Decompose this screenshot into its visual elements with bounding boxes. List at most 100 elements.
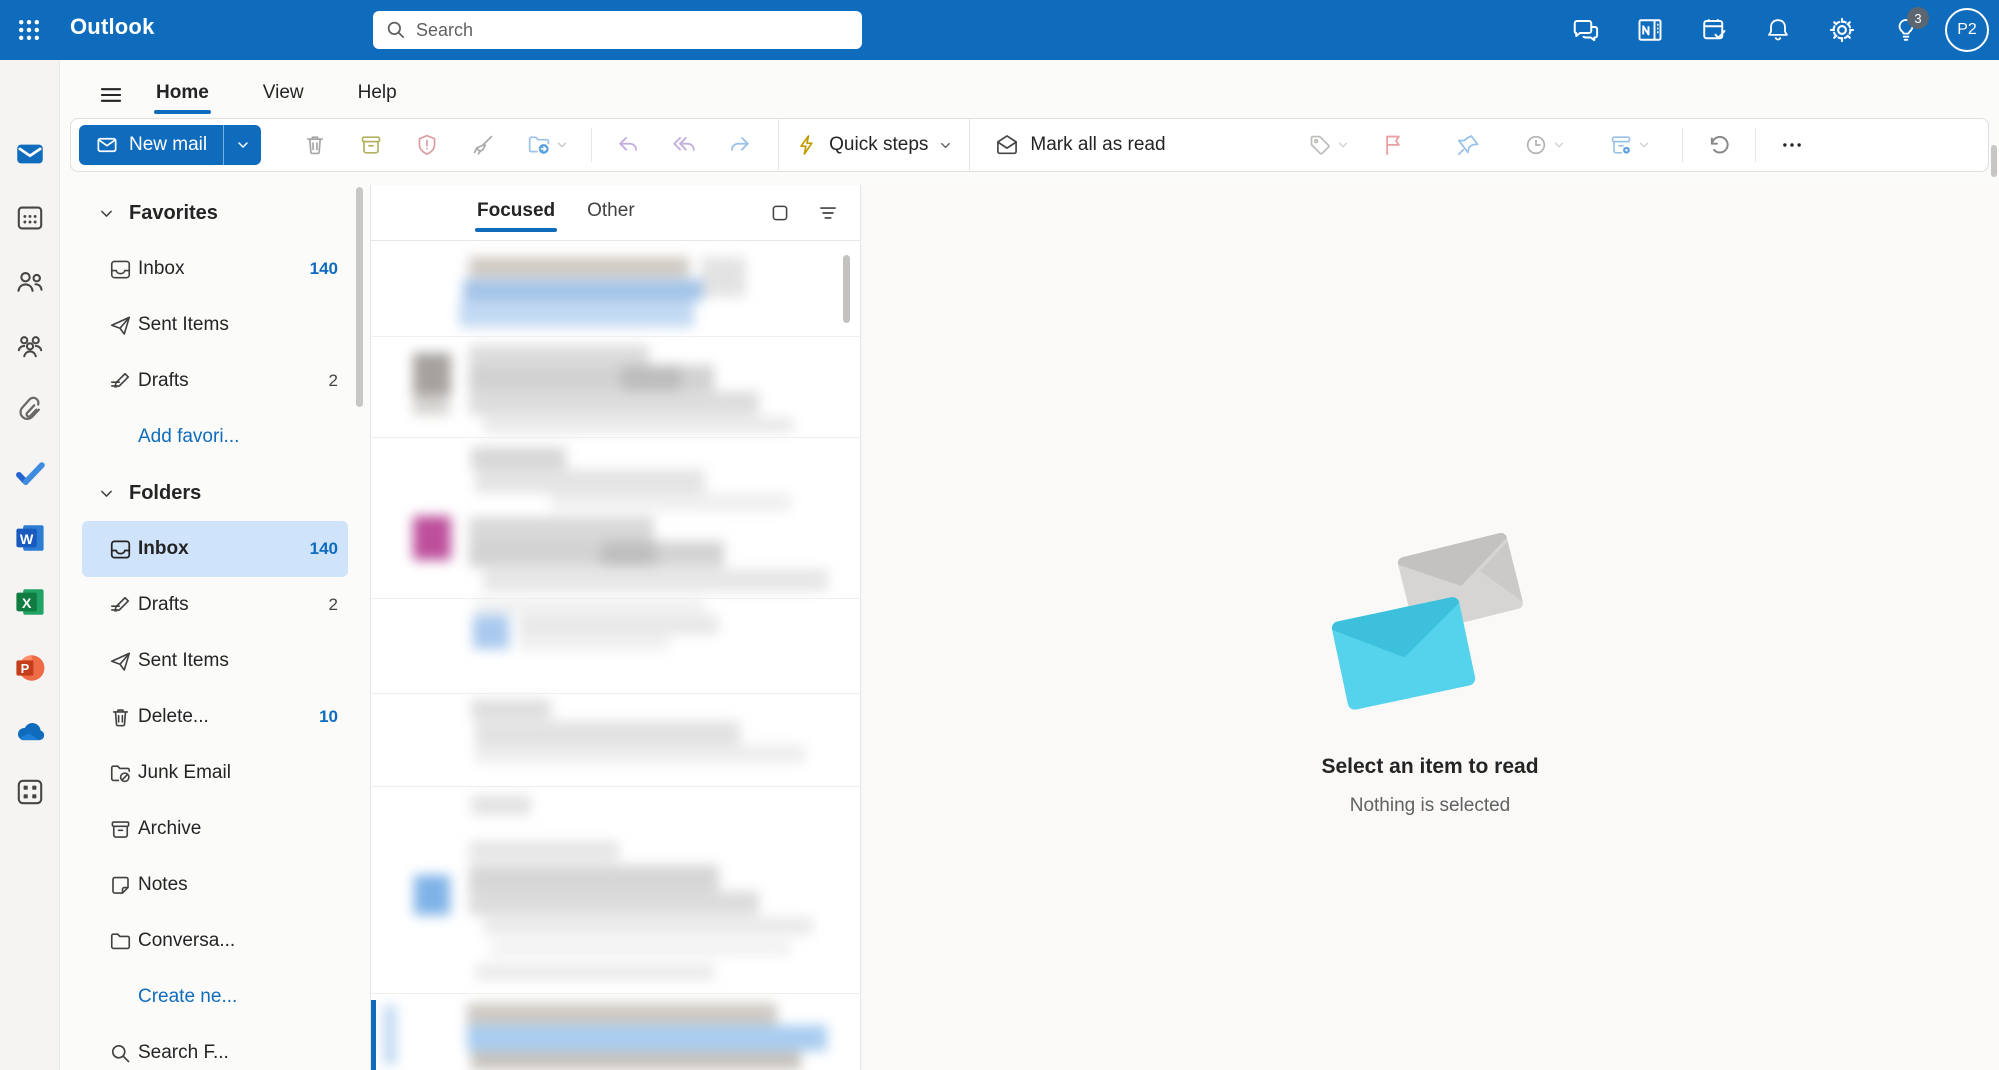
envelopes-illustration [1300, 515, 1560, 715]
hamburger-icon [98, 82, 124, 108]
snooze-button[interactable] [1516, 125, 1574, 165]
search-folders-item[interactable]: Search F... [82, 1025, 348, 1070]
my-day-button[interactable] [1689, 5, 1739, 55]
folder-item-sent[interactable]: Sent Items [82, 633, 348, 689]
create-new-folder-link[interactable]: Create ne... [82, 969, 348, 1025]
outlook-window: Outlook [0, 0, 1999, 1070]
tab-view[interactable]: View [249, 72, 318, 118]
archive-icon [358, 132, 384, 158]
more-options-button[interactable] [1771, 125, 1813, 165]
folder-item-junk[interactable]: Junk Email [82, 745, 348, 801]
quick-steps-button[interactable]: Quick steps [778, 118, 970, 172]
mark-all-read-button[interactable]: Mark all as read [980, 125, 1179, 165]
notifications-button[interactable] [1753, 5, 1803, 55]
favorite-item-drafts[interactable]: Drafts 2 [82, 353, 348, 409]
tips-button[interactable]: 3 [1881, 5, 1931, 55]
svg-text:P: P [21, 661, 30, 676]
move-to-button[interactable] [518, 125, 576, 165]
rail-groups-button[interactable] [0, 320, 60, 372]
sent-items-icon [108, 649, 133, 674]
reply-icon [615, 132, 641, 158]
new-mail-split-button[interactable]: New mail [79, 125, 261, 165]
email-list-item[interactable] [371, 599, 860, 693]
categorize-button[interactable] [1300, 125, 1358, 165]
folder-item-deleted[interactable]: Delete... 10 [82, 689, 348, 745]
folder-item-archive[interactable]: Archive [82, 801, 348, 857]
email-list-item[interactable] [371, 337, 860, 437]
reply-button[interactable] [607, 125, 649, 165]
email-list-item[interactable] [371, 694, 860, 786]
settings-gear-icon [1827, 15, 1857, 45]
chevron-down-icon [938, 138, 953, 153]
rail-people-button[interactable] [0, 256, 60, 308]
onenote-feed-button[interactable] [1625, 5, 1675, 55]
ribbon-toolbar: New mail [70, 118, 1989, 172]
email-list-item[interactable] [371, 787, 860, 993]
email-list-item[interactable] [371, 994, 860, 1070]
new-mail-dropdown-button[interactable] [223, 125, 261, 165]
ribbon-tabs: Home View Help [142, 72, 411, 118]
message-list-scrollbar[interactable] [843, 255, 850, 323]
reply-all-button[interactable] [663, 125, 705, 165]
filter-button[interactable] [810, 195, 846, 231]
app-launcher-button[interactable] [8, 10, 50, 50]
undo-icon [1706, 132, 1732, 158]
select-messages-button[interactable] [762, 195, 798, 231]
window-scrollbar[interactable] [1991, 145, 1997, 177]
favorite-item-sent[interactable]: Sent Items [82, 297, 348, 353]
rail-word-button[interactable]: W [0, 512, 60, 564]
chevron-down-icon [1552, 138, 1566, 152]
select-all-icon [769, 202, 791, 224]
top-header: Outlook [0, 0, 1999, 60]
rail-files-button[interactable] [0, 384, 60, 436]
folder-pane-scrollbar[interactable] [356, 187, 363, 407]
search-input[interactable] [416, 20, 850, 41]
flag-button[interactable] [1372, 125, 1414, 165]
rail-todo-button[interactable] [0, 448, 60, 500]
folder-item-notes[interactable]: Notes [82, 857, 348, 913]
folders-section-header[interactable]: Folders [70, 465, 360, 521]
archive-settings-button[interactable] [1601, 125, 1659, 165]
delete-button[interactable] [294, 125, 336, 165]
settings-button[interactable] [1817, 5, 1867, 55]
folder-item-inbox[interactable]: Inbox 140 [82, 521, 348, 577]
rail-more-apps-button[interactable] [0, 766, 60, 818]
tab-other[interactable]: Other [575, 188, 647, 238]
rail-excel-button[interactable]: X [0, 576, 60, 628]
sent-items-icon [108, 313, 133, 338]
search-folders-icon [108, 1041, 133, 1066]
sweep-button[interactable] [462, 125, 504, 165]
rail-mail-button[interactable] [0, 128, 60, 180]
todo-icon [13, 457, 47, 491]
undo-button[interactable] [1698, 125, 1740, 165]
teams-chat-button[interactable] [1561, 5, 1611, 55]
email-list-item[interactable] [371, 241, 860, 336]
tab-home[interactable]: Home [142, 72, 223, 118]
toolbar-divider [1755, 128, 1756, 162]
pin-button[interactable] [1447, 125, 1489, 165]
favorites-section-header[interactable]: Favorites [70, 185, 360, 241]
forward-button[interactable] [719, 125, 761, 165]
add-favorite-link[interactable]: Add favori... [82, 409, 348, 465]
junk-email-icon [108, 761, 133, 786]
chevron-down-icon [98, 485, 115, 502]
tab-help[interactable]: Help [344, 72, 411, 118]
folder-item-conversation-history[interactable]: Conversa... [82, 913, 348, 969]
collapse-folder-pane-button[interactable] [90, 76, 132, 114]
email-list-item[interactable] [371, 439, 860, 597]
archive-button[interactable] [350, 125, 392, 165]
folder-item-drafts[interactable]: Drafts 2 [82, 577, 348, 633]
calendar-icon [14, 202, 46, 234]
account-avatar[interactable]: P2 [1945, 8, 1989, 52]
filter-icon [817, 202, 839, 224]
rail-powerpoint-button[interactable]: P [0, 642, 60, 694]
favorite-item-inbox[interactable]: Inbox 140 [82, 241, 348, 297]
new-mail-button[interactable]: New mail [79, 125, 223, 165]
sweep-broom-icon [470, 132, 496, 158]
search-bar[interactable] [373, 11, 862, 49]
rail-onedrive-button[interactable] [0, 706, 60, 758]
tab-focused[interactable]: Focused [465, 188, 567, 238]
report-button[interactable] [406, 125, 448, 165]
people-icon [14, 266, 46, 298]
rail-calendar-button[interactable] [0, 192, 60, 244]
